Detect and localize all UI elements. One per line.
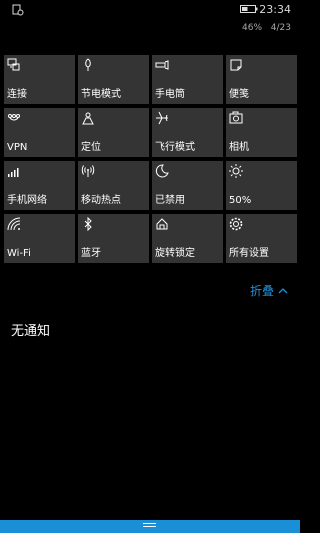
project-connect-icon: [7, 58, 20, 71]
flashlight-icon: [155, 60, 169, 70]
quick-action-label: 50%: [229, 195, 252, 206]
camera-icon: [229, 111, 243, 124]
quiet-hours-icon: [155, 164, 169, 178]
wifi-icon: [7, 217, 21, 231]
brightness-icon: [229, 164, 243, 178]
quick-action-label: VPN: [7, 142, 28, 153]
quick-action-tile[interactable]: Wi-Fi: [4, 214, 75, 263]
rotation-lock-icon: [156, 218, 168, 230]
quick-action-label: 定位: [81, 142, 101, 153]
quick-action-tile[interactable]: 便笺: [226, 55, 297, 104]
airplane-icon: [156, 111, 168, 125]
quick-action-label: 手电筒: [155, 89, 185, 100]
bluetooth-icon: [84, 217, 92, 231]
hotspot-icon: [81, 165, 95, 177]
vpn-icon: [8, 114, 20, 121]
settings-icon: [229, 217, 243, 231]
location-icon: [82, 112, 94, 125]
quick-action-label: 节电模式: [81, 89, 121, 100]
quick-action-tile[interactable]: 移动热点: [78, 161, 149, 210]
quick-action-tile[interactable]: 定位: [78, 108, 149, 157]
quick-action-label: 相机: [229, 142, 249, 153]
quick-action-label: 手机网络: [7, 195, 47, 206]
date: 4/23: [270, 23, 291, 33]
action-center-handle[interactable]: [0, 520, 300, 533]
chevron-up-icon: [278, 288, 288, 294]
status-indicator-icon: [12, 4, 24, 16]
quick-action-label: 连接: [7, 89, 27, 100]
grip-icon: [143, 523, 156, 530]
quick-action-tile[interactable]: 飞行模式: [152, 108, 223, 157]
quick-actions-grid: 连接 节电模式 手电筒 便笺 VPN 定位 飞行模式 相机手机网络 移动热点 已禁用 50% Wi-F…: [4, 55, 297, 263]
quick-action-label: Wi-Fi: [7, 248, 31, 259]
quick-action-label: 移动热点: [81, 195, 121, 206]
battery-icon: [240, 5, 258, 13]
quick-action-tile[interactable]: 蓝牙: [78, 214, 149, 263]
note-icon: [230, 59, 242, 71]
quick-action-label: 便笺: [229, 89, 249, 100]
quick-action-tile[interactable]: 连接: [4, 55, 75, 104]
no-notifications-text: 无通知: [11, 324, 51, 339]
collapse-label: 折叠: [249, 284, 274, 298]
quick-action-label: 蓝牙: [81, 248, 101, 259]
quick-action-tile[interactable]: 50%: [226, 161, 297, 210]
quick-action-tile[interactable]: VPN: [4, 108, 75, 157]
quick-action-tile[interactable]: 已禁用: [152, 161, 223, 210]
quick-action-tile[interactable]: 手电筒: [152, 55, 223, 104]
quick-action-tile[interactable]: 手机网络: [4, 161, 75, 210]
status-bar: 23:34 46% 4/23: [0, 0, 300, 40]
clock: 23:34: [259, 3, 291, 16]
quick-action-label: 已禁用: [155, 195, 185, 206]
quick-action-tile[interactable]: 所有设置: [226, 214, 297, 263]
battery-saver-icon: [85, 58, 91, 71]
quick-action-label: 飞行模式: [155, 142, 195, 153]
collapse-button[interactable]: 折叠: [250, 282, 288, 299]
cellular-icon: [8, 168, 19, 177]
quick-action-tile[interactable]: 旋转锁定: [152, 214, 223, 263]
quick-action-label: 旋转锁定: [155, 248, 195, 259]
quick-action-tile[interactable]: 节电模式: [78, 55, 149, 104]
quick-action-tile[interactable]: 相机: [226, 108, 297, 157]
quick-action-label: 所有设置: [229, 248, 269, 259]
battery-percent: 46%: [242, 23, 263, 33]
